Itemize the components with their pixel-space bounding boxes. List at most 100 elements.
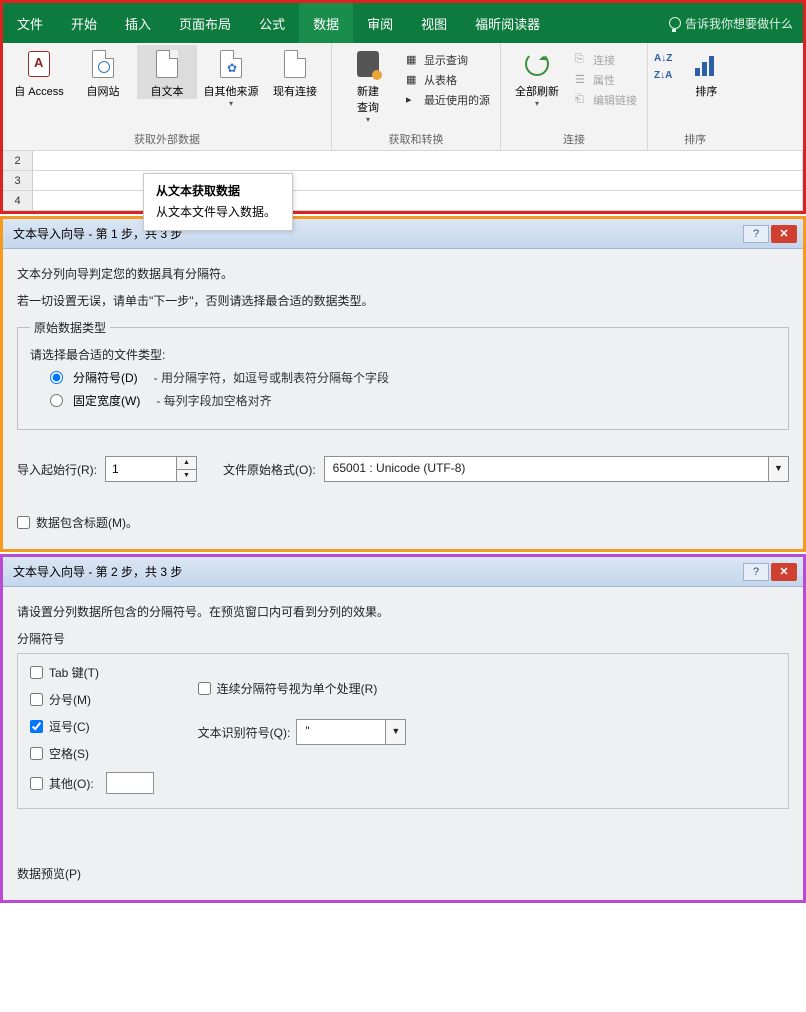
sort-icon [695, 52, 717, 76]
treat-consec-checkbox[interactable] [198, 682, 211, 695]
edit-link-icon: ⎗ [575, 93, 589, 107]
edit-links-item[interactable]: ⎗编辑链接 [571, 91, 641, 109]
tab-layout[interactable]: 页面布局 [165, 3, 245, 43]
treat-consec-label: 连续分隔符号视为单个处理(R) [217, 680, 378, 697]
properties-icon: ☰ [575, 73, 589, 87]
text-qualifier-combo[interactable]: " ▼ [296, 719, 406, 745]
semicolon-checkbox[interactable] [30, 693, 43, 706]
start-row-input[interactable] [106, 457, 176, 481]
space-label: 空格(S) [49, 745, 89, 762]
sort-button[interactable]: 排序 [676, 45, 736, 99]
wizard-step2-frame: 文本导入向导 - 第 2 步，共 3 步 ? ✕ 请设置分列数据所包含的分隔符号… [0, 554, 806, 903]
chevron-down-icon[interactable]: ▼ [385, 720, 405, 744]
tab-home[interactable]: 开始 [57, 3, 111, 43]
delimited-desc: - 用分隔字符，如逗号或制表符分隔每个字段 [154, 369, 389, 386]
tooltip-body: 从文本文件导入数据。 [156, 205, 276, 219]
delimiters-legend: 分隔符号 [17, 630, 789, 647]
group-sort: A↓Z Z↓A 排序 排序 [648, 43, 742, 150]
other-checkbox[interactable] [30, 777, 43, 790]
close-button[interactable]: ✕ [771, 225, 797, 243]
chevron-down-icon[interactable]: ▼ [768, 457, 788, 481]
close-button[interactable]: ✕ [771, 563, 797, 581]
link-icon: ⎘ [575, 53, 589, 67]
text-qualifier-value: " [297, 720, 385, 744]
fixed-width-desc: - 每列字段加空格对齐 [156, 392, 271, 409]
chevron-down-icon [535, 99, 539, 108]
tab-formula[interactable]: 公式 [245, 3, 299, 43]
dlg2-para1: 请设置分列数据所包含的分隔符号。在预览窗口内可看到分列的效果。 [17, 603, 789, 620]
chevron-down-icon [366, 115, 370, 124]
delimited-label: 分隔符号(D) [73, 369, 138, 386]
from-text-button[interactable]: 自文本 [137, 45, 197, 99]
help-button[interactable]: ? [743, 563, 769, 581]
dlg1-para1: 文本分列向导判定您的数据具有分隔符。 [17, 265, 789, 282]
semicolon-label: 分号(M) [49, 691, 91, 708]
other-delim-input[interactable] [106, 772, 154, 794]
tab-data[interactable]: 数据 [299, 3, 353, 43]
dialog1-titlebar: 文本导入向导 - 第 1 步，共 3 步 ? ✕ [3, 219, 803, 249]
other-label: 其他(O): [49, 775, 94, 792]
sort-asc-button[interactable]: A↓Z [654, 53, 672, 64]
row-hdr[interactable]: 2 [3, 151, 33, 170]
text-qualifier-label: 文本识别符号(Q): [198, 724, 291, 741]
recent-icon: ▸ [406, 93, 420, 107]
row-hdr[interactable]: 4 [3, 191, 33, 210]
access-icon [28, 51, 50, 77]
file-type-prompt: 请选择最合适的文件类型: [30, 346, 776, 363]
sort-desc-button[interactable]: Z↓A [654, 70, 672, 81]
data-preview-label: 数据预览(P) [17, 865, 789, 882]
original-data-type-group: 原始数据类型 请选择最合适的文件类型: 分隔符号(D) - 用分隔字符，如逗号或… [17, 319, 789, 430]
from-other-button[interactable]: 自其他来源 [201, 45, 261, 108]
tab-label: Tab 键(T) [49, 664, 99, 681]
group-connections: 全部刷新 ⎘连接 ☰属性 ⎗编辑链接 连接 [501, 43, 648, 150]
delimiters-group: Tab 键(T) 分号(M) 逗号(C) 空格(S) 其他(O): 连续分隔符号… [17, 653, 789, 809]
refresh-icon [525, 52, 549, 76]
group-label-conn: 连接 [563, 129, 585, 150]
comma-checkbox[interactable] [30, 720, 43, 733]
existing-conn-button[interactable]: 现有连接 [265, 45, 325, 99]
has-header-label: 数据包含标题(M)。 [36, 514, 138, 531]
tab-view[interactable]: 视图 [407, 3, 461, 43]
from-access-button[interactable]: 自 Access [9, 45, 69, 99]
tab-review[interactable]: 审阅 [353, 3, 407, 43]
tell-me-box[interactable]: 告诉我你想要做什么 [669, 15, 803, 32]
dlg1-para2: 若一切设置无误，请单击"下一步"，否则请选择最合适的数据类型。 [17, 292, 789, 309]
from-table-item[interactable]: ▦从表格 [402, 71, 494, 89]
other-source-icon [220, 50, 242, 78]
help-button[interactable]: ? [743, 225, 769, 243]
web-icon [92, 50, 114, 78]
connections-item[interactable]: ⎘连接 [571, 51, 641, 69]
spin-down-icon[interactable]: ▼ [176, 470, 196, 482]
from-text-tooltip: 从文本获取数据 从文本文件导入数据。 [143, 173, 293, 231]
has-header-checkbox[interactable] [17, 516, 30, 529]
ribbon-section: 文件 开始 插入 页面布局 公式 数据 审阅 视图 福昕阅读器 告诉我你想要做什… [0, 0, 806, 214]
properties-item[interactable]: ☰属性 [571, 71, 641, 89]
cell[interactable] [33, 151, 803, 170]
chevron-down-icon [229, 99, 233, 108]
new-query-button[interactable]: 新建 查询 [338, 45, 398, 124]
tab-insert[interactable]: 插入 [111, 3, 165, 43]
tab-foxit[interactable]: 福昕阅读器 [461, 3, 554, 43]
dialog1-title: 文本导入向导 - 第 1 步，共 3 步 [13, 225, 741, 242]
wizard-step1-frame: 文本导入向导 - 第 1 步，共 3 步 ? ✕ 文本分列向导判定您的数据具有分… [0, 216, 806, 552]
delimited-radio[interactable] [50, 371, 63, 384]
dialog2-titlebar: 文本导入向导 - 第 2 步，共 3 步 ? ✕ [3, 557, 803, 587]
table-icon: ▦ [406, 73, 420, 87]
from-web-button[interactable]: 自网站 [73, 45, 133, 99]
recent-sources-item[interactable]: ▸最近使用的源 [402, 91, 494, 109]
show-queries-item[interactable]: ▦显示查询 [402, 51, 494, 69]
start-row-spinner[interactable]: ▲▼ [105, 456, 197, 482]
bulb-icon [669, 17, 681, 29]
fixed-width-radio[interactable] [50, 394, 63, 407]
tab-file[interactable]: 文件 [3, 3, 57, 43]
existing-conn-icon [284, 50, 306, 78]
group-label-external: 获取外部数据 [134, 129, 200, 150]
worksheet: 2 3 4 [3, 151, 803, 211]
tab-checkbox[interactable] [30, 666, 43, 679]
encoding-combo[interactable]: 65001 : Unicode (UTF-8) ▼ [324, 456, 789, 482]
spin-up-icon[interactable]: ▲ [176, 457, 196, 470]
fieldset-legend: 原始数据类型 [30, 319, 110, 336]
space-checkbox[interactable] [30, 747, 43, 760]
refresh-all-button[interactable]: 全部刷新 [507, 45, 567, 108]
row-hdr[interactable]: 3 [3, 171, 33, 190]
